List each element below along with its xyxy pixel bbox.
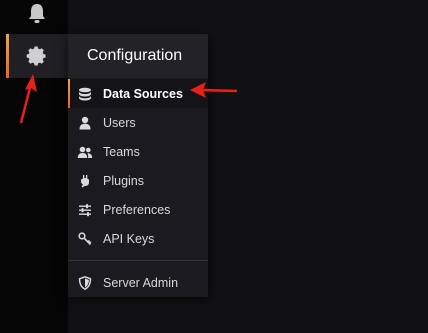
user-icon (76, 114, 94, 132)
database-icon (76, 85, 94, 103)
shield-icon (76, 274, 94, 292)
sliders-icon (76, 201, 94, 219)
menu-item-preferences[interactable]: Preferences (68, 195, 208, 224)
key-icon (76, 230, 94, 248)
menu-divider (68, 260, 208, 261)
menu-item-label: Teams (103, 144, 140, 159)
configuration-dropdown: Configuration Data Sources Users Teams P… (68, 34, 208, 297)
menu-item-server-admin[interactable]: Server Admin (68, 268, 208, 297)
gear-icon[interactable] (6, 34, 68, 78)
menu-item-teams[interactable]: Teams (68, 137, 208, 166)
menu-item-api-keys[interactable]: API Keys (68, 224, 208, 253)
menu-item-plugins[interactable]: Plugins (68, 166, 208, 195)
menu-title[interactable]: Configuration (68, 34, 208, 78)
menu-item-label: Preferences (103, 202, 171, 217)
menu-item-data-sources[interactable]: Data Sources (68, 79, 208, 108)
menu-item-label: Server Admin (103, 275, 179, 290)
side-menu (0, 0, 68, 333)
menu-item-label: API Keys (103, 231, 155, 246)
menu-item-label: Plugins (103, 173, 144, 188)
menu-item-users[interactable]: Users (68, 108, 208, 137)
menu-item-label: Users (103, 115, 136, 130)
menu-item-label: Data Sources (103, 86, 183, 101)
bell-icon[interactable] (6, 0, 68, 28)
users-icon (76, 143, 94, 161)
configuration-nav-item[interactable] (6, 34, 68, 78)
plug-icon (76, 172, 94, 190)
